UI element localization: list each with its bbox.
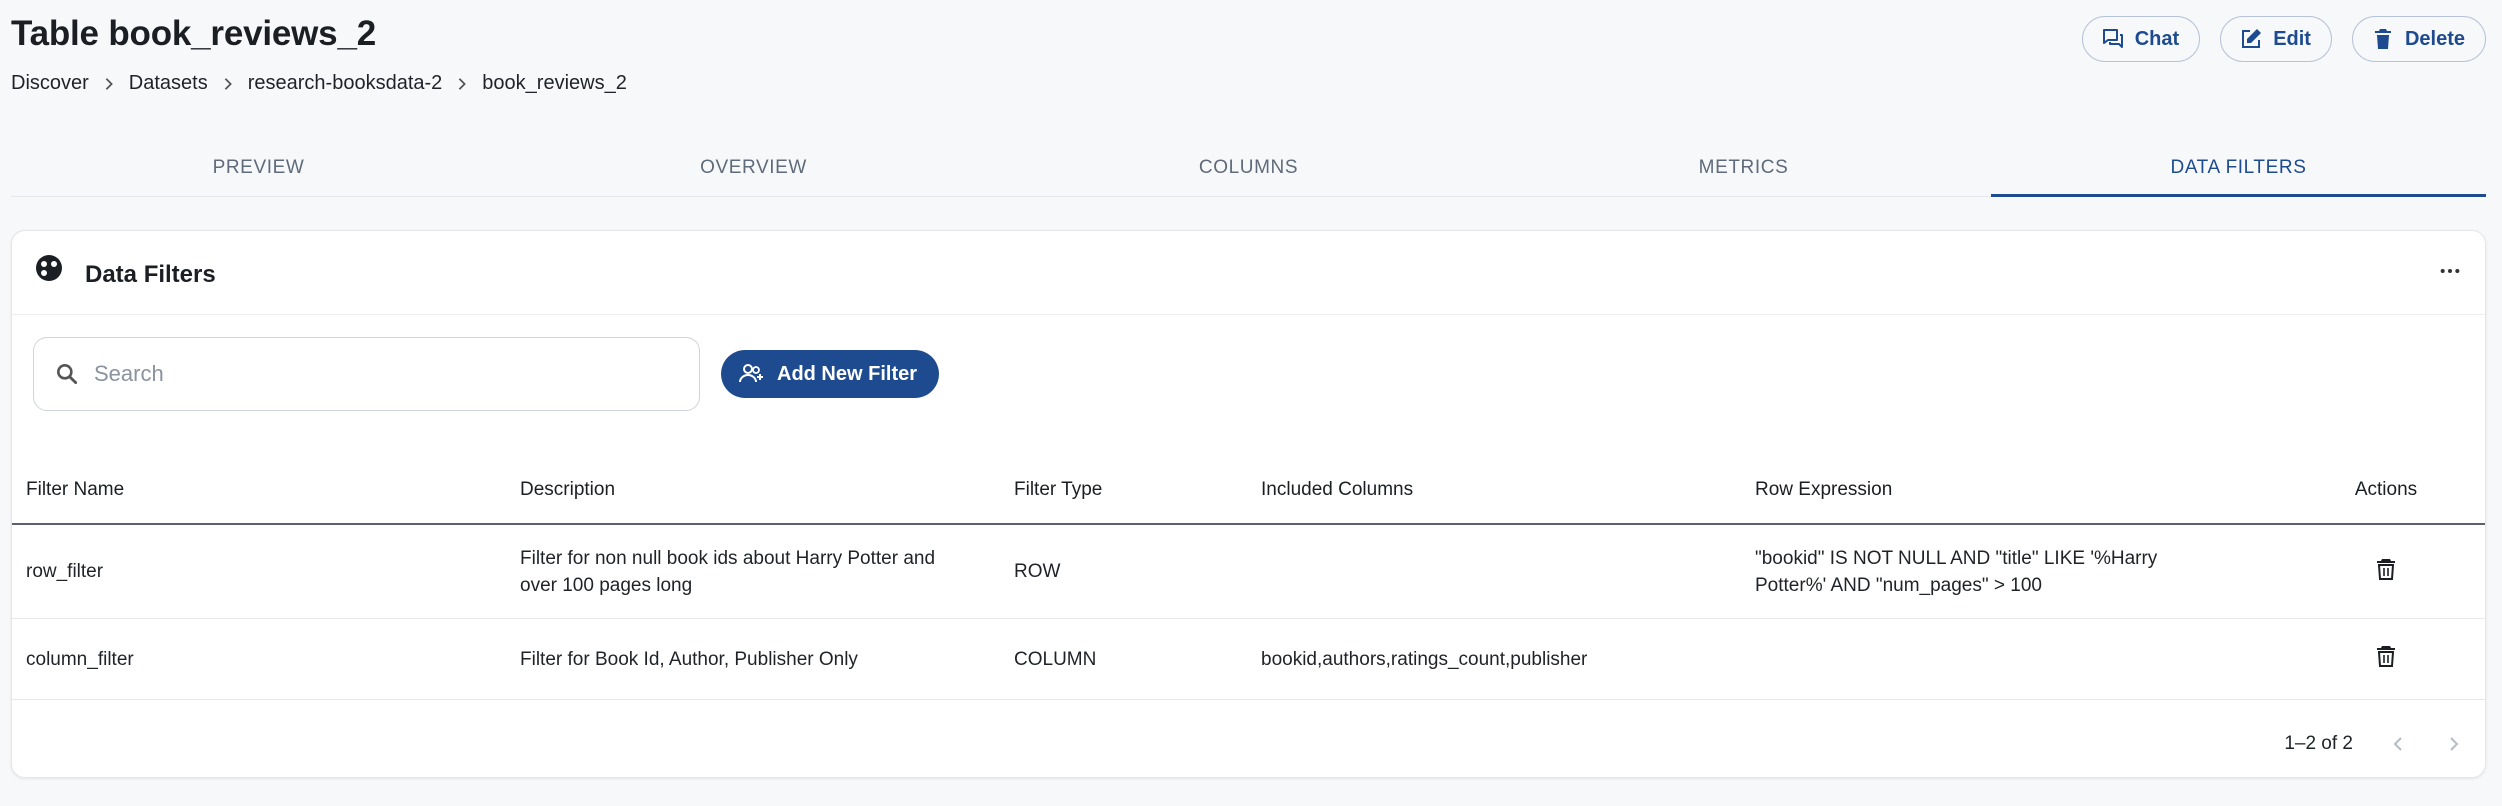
breadcrumb-datasets[interactable]: Datasets: [129, 72, 208, 95]
tab-data-filters[interactable]: DATA FILTERS: [1991, 140, 2486, 197]
tab-columns[interactable]: COLUMNS: [1001, 140, 1496, 196]
cell-filter-name: row_filter: [12, 524, 520, 619]
chat-icon: [2101, 27, 2125, 51]
card-title: Data Filters: [85, 261, 216, 288]
header-actions: Chat Edit Delete: [2081, 16, 2486, 62]
header-description[interactable]: Description: [520, 456, 1014, 525]
chevron-right-icon: [442, 77, 482, 91]
chevron-left-icon[interactable]: [2387, 733, 2409, 755]
add-user-icon: [737, 360, 765, 388]
delete-button[interactable]: Delete: [2351, 16, 2486, 62]
search-icon: [54, 361, 80, 387]
search-input[interactable]: [92, 360, 676, 388]
cell-filter-type: COLUMN: [1014, 618, 1261, 700]
data-filters-card: Data Filters Add New Filter Filter Name …: [11, 230, 2486, 778]
cell-description: Filter for non null book ids about Harry…: [520, 524, 1014, 619]
cell-filter-type: ROW: [1014, 524, 1261, 619]
chat-button[interactable]: Chat: [2081, 16, 2201, 62]
delete-button-label: Delete: [2404, 27, 2465, 50]
add-new-filter-button[interactable]: Add New Filter: [721, 350, 940, 398]
cell-included-columns: [1261, 524, 1755, 619]
edit-icon: [2239, 27, 2263, 51]
header-filter-name[interactable]: Filter Name: [12, 456, 520, 525]
tab-metrics[interactable]: METRICS: [1496, 140, 1991, 196]
trash-icon[interactable]: [2373, 556, 2399, 582]
page-title: Table book_reviews_2: [11, 14, 376, 53]
pagination-label: 1–2 of 2: [2284, 733, 2353, 754]
tab-overview[interactable]: OVERVIEW: [506, 140, 1001, 196]
more-horizontal-icon[interactable]: [2435, 259, 2465, 283]
palette-icon: [34, 253, 64, 283]
header-row-expression[interactable]: Row Expression: [1755, 456, 2285, 525]
header-actions: Actions: [2285, 456, 2485, 525]
header-included-columns[interactable]: Included Columns: [1261, 456, 1755, 525]
edit-button-label: Edit: [2273, 27, 2311, 50]
trash-icon: [2371, 27, 2395, 51]
cell-included-columns: bookid,authors,ratings_count,publisher: [1261, 618, 1755, 700]
table-row[interactable]: column_filter Filter for Book Id, Author…: [12, 618, 2485, 700]
table-row[interactable]: row_filter Filter for non null book ids …: [12, 524, 2485, 619]
chat-button-label: Chat: [2134, 27, 2180, 50]
breadcrumb-research-booksdata-2[interactable]: research-booksdata-2: [248, 72, 443, 95]
search-field: [33, 337, 700, 411]
description-text: Filter for non null book ids about Harry…: [520, 547, 936, 596]
expression-text: "bookid" IS NOT NULL AND "title" LIKE '%…: [1755, 547, 2158, 596]
breadcrumb-discover[interactable]: Discover: [11, 72, 89, 95]
cell-filter-name: column_filter: [12, 618, 520, 700]
cell-row-expression: "bookid" IS NOT NULL AND "title" LIKE '%…: [1755, 524, 2285, 619]
table-header-row: Filter Name Description Filter Type Incl…: [12, 456, 2485, 525]
add-new-filter-label: Add New Filter: [777, 362, 918, 385]
cell-actions: [2285, 524, 2485, 619]
description-text: Filter for Book Id, Author, Publisher On…: [520, 648, 858, 670]
chevron-right-icon: [208, 77, 248, 91]
chevron-right-icon: [89, 77, 129, 91]
cell-row-expression: [1755, 618, 2285, 700]
breadcrumb-book-reviews-2: book_reviews_2: [482, 72, 627, 94]
breadcrumb: Discover Datasets research-booksdata-2 b…: [11, 72, 627, 95]
pagination: 1–2 of 2: [2284, 733, 2465, 755]
edit-button[interactable]: Edit: [2220, 16, 2332, 62]
cell-actions: [2285, 618, 2485, 700]
trash-icon[interactable]: [2373, 643, 2399, 669]
cell-description: Filter for Book Id, Author, Publisher On…: [520, 618, 1014, 700]
chevron-right-icon[interactable]: [2443, 733, 2465, 755]
filters-table: Filter Name Description Filter Type Incl…: [12, 456, 2485, 700]
header-filter-type[interactable]: Filter Type: [1014, 456, 1261, 525]
tab-preview[interactable]: PREVIEW: [11, 140, 506, 196]
tab-bar: PREVIEW OVERVIEW COLUMNS METRICS DATA FI…: [11, 140, 2486, 197]
card-header: Data Filters: [12, 231, 2485, 315]
